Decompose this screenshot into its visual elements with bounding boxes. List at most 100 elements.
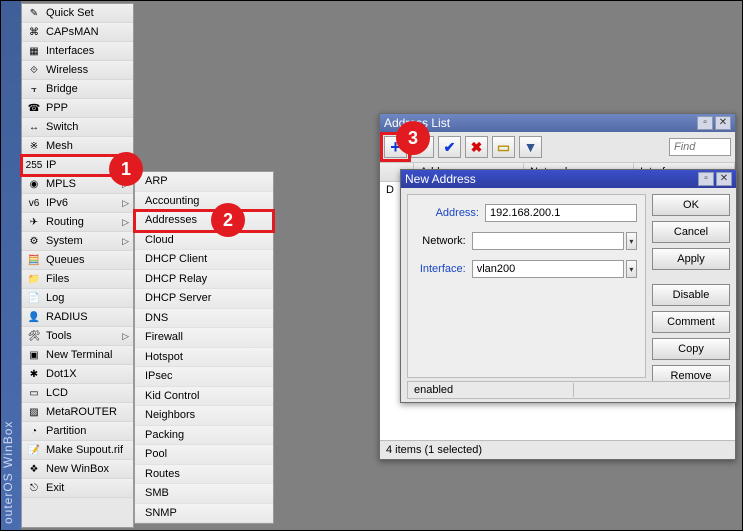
address-list-status: 4 items (1 selected) xyxy=(380,440,735,459)
interfaces-icon: ▦ xyxy=(26,44,42,58)
sidebar-item-metarouter[interactable]: ▨MetaROUTER xyxy=(22,403,133,422)
sidebar-item-routing[interactable]: ✈Routing▷ xyxy=(22,213,133,232)
sidebar-item-partition[interactable]: ◔Partition xyxy=(22,422,133,441)
ip-submenu-item-dhcp-server[interactable]: DHCP Server xyxy=(135,289,273,309)
make-supout-rif-icon: 📝 xyxy=(26,443,42,457)
sidebar-item-label: System xyxy=(46,235,122,247)
ip-submenu-item-arp[interactable]: ARP xyxy=(135,172,273,192)
capsman-icon: ⌘ xyxy=(26,25,42,39)
sidebar-item-dot1x[interactable]: ✱Dot1X xyxy=(22,365,133,384)
comment-button[interactable]: Comment xyxy=(652,311,730,333)
new-terminal-icon: ▣ xyxy=(26,348,42,362)
disable-button[interactable]: ✖ xyxy=(465,136,488,158)
log-icon: 📄 xyxy=(26,291,42,305)
sidebar-item-log[interactable]: 📄Log xyxy=(22,289,133,308)
chevron-right-icon: ▷ xyxy=(122,236,129,247)
submenu-item-label: DHCP Client xyxy=(145,253,207,265)
address-list-title: Address List xyxy=(384,116,695,130)
submenu-item-label: Addresses xyxy=(145,214,197,226)
new-address-form: Address: Network: ▾ Interface: ▾ xyxy=(407,194,646,378)
sidebar-item-label: New WinBox xyxy=(46,463,129,475)
interface-label: Interface: xyxy=(416,263,466,275)
sidebar-item-exit[interactable]: ⎋ Exit xyxy=(22,479,133,498)
copy-button[interactable]: Copy xyxy=(652,338,730,360)
new-address-buttons: OK Cancel Apply Disable Comment Copy Rem… xyxy=(652,194,730,387)
submenu-item-label: Packing xyxy=(145,429,184,441)
minimize-button[interactable]: ▫ xyxy=(698,172,714,186)
ipv6-icon: v6 xyxy=(26,196,42,210)
comment-button[interactable]: ▭ xyxy=(492,136,515,158)
sidebar-item-ipv6[interactable]: v6IPv6▷ xyxy=(22,194,133,213)
submenu-item-label: SNMP xyxy=(145,507,177,519)
chevron-right-icon: ▷ xyxy=(122,331,129,342)
submenu-item-label: Accounting xyxy=(145,195,199,207)
ip-submenu-item-firewall[interactable]: Firewall xyxy=(135,328,273,348)
sidebar-item-tools[interactable]: 🛠 Tools▷ xyxy=(22,327,133,346)
sidebar-item-label: Quick Set xyxy=(46,7,129,19)
sidebar-item-mesh[interactable]: ※Mesh xyxy=(22,137,133,156)
sidebar-item-label: Files xyxy=(46,273,129,285)
ip-submenu-item-dhcp-client[interactable]: DHCP Client xyxy=(135,250,273,270)
ip-submenu-item-addresses[interactable]: Addresses xyxy=(135,211,273,231)
submenu-item-label: DNS xyxy=(145,312,168,324)
ip-submenu-item-pool[interactable]: Pool xyxy=(135,445,273,465)
sidebar-item-capsman[interactable]: ⌘CAPsMAN xyxy=(22,23,133,42)
ok-button[interactable]: OK xyxy=(652,194,730,216)
sidebar-item-new-winbox[interactable]: ❖ New WinBox xyxy=(22,460,133,479)
mpls-icon: ◉ xyxy=(26,177,42,191)
cancel-button[interactable]: Cancel xyxy=(652,221,730,243)
interface-input[interactable] xyxy=(472,260,624,278)
apply-button[interactable]: Apply xyxy=(652,248,730,270)
ip-submenu-item-neighbors[interactable]: Neighbors xyxy=(135,406,273,426)
sidebar-item-lcd[interactable]: ▭LCD xyxy=(22,384,133,403)
ip-submenu-item-kid-control[interactable]: Kid Control xyxy=(135,387,273,407)
ip-submenu-item-dhcp-relay[interactable]: DHCP Relay xyxy=(135,270,273,290)
sidebar-item-files[interactable]: 📁 Files xyxy=(22,270,133,289)
sidebar-item-label: Exit xyxy=(46,482,129,494)
sidebar-item-system[interactable]: ⚙ System▷ xyxy=(22,232,133,251)
ip-submenu-item-smb[interactable]: SMB xyxy=(135,484,273,504)
disable-button[interactable]: Disable xyxy=(652,284,730,306)
close-button[interactable]: ✕ xyxy=(716,172,732,186)
network-dropdown-icon[interactable]: ▾ xyxy=(626,232,637,250)
minimize-button[interactable]: ▫ xyxy=(697,116,713,130)
sidebar-item-label: Tools xyxy=(46,330,122,342)
submenu-item-label: ARP xyxy=(145,175,168,187)
sidebar-item-make-supout-rif[interactable]: 📝Make Supout.rif xyxy=(22,441,133,460)
new-address-titlebar[interactable]: New Address ▫ ✕ xyxy=(401,170,736,188)
files-icon: 📁 xyxy=(26,272,42,286)
sidebar-item-ppp[interactable]: ☎PPP xyxy=(22,99,133,118)
sidebar-item-wireless[interactable]: ⟐Wireless xyxy=(22,61,133,80)
sidebar-item-bridge[interactable]: ⫟Bridge xyxy=(22,80,133,99)
ip-submenu-item-ipsec[interactable]: IPsec xyxy=(135,367,273,387)
sidebar-item-switch[interactable]: ↔Switch xyxy=(22,118,133,137)
sidebar-item-queues[interactable]: 🧮Queues xyxy=(22,251,133,270)
ip-submenu-item-dns[interactable]: DNS xyxy=(135,309,273,329)
exit-icon: ⎋ xyxy=(26,481,42,495)
new-address-dialog: New Address ▫ ✕ Address: Network: ▾ Inte… xyxy=(400,169,737,403)
address-input[interactable] xyxy=(485,204,637,222)
find-input[interactable] xyxy=(669,138,731,156)
sidebar-item-interfaces[interactable]: ▦Interfaces xyxy=(22,42,133,61)
close-button[interactable]: ✕ xyxy=(715,116,731,130)
sidebar-item-label: PPP xyxy=(46,102,129,114)
tools-icon: 🛠 xyxy=(26,329,42,343)
address-list-titlebar[interactable]: Address List ▫ ✕ xyxy=(380,114,735,132)
system-icon: ⚙ xyxy=(26,234,42,248)
ip-submenu-item-snmp[interactable]: SNMP xyxy=(135,504,273,524)
enable-button[interactable]: ✔ xyxy=(438,136,461,158)
ip-submenu-item-packing[interactable]: Packing xyxy=(135,426,273,446)
submenu-item-label: Neighbors xyxy=(145,409,195,421)
interface-dropdown-icon[interactable]: ▾ xyxy=(626,260,637,278)
sidebar-item-quick-set[interactable]: ✎Quick Set xyxy=(22,4,133,23)
ip-submenu-item-cloud[interactable]: Cloud xyxy=(135,231,273,251)
sidebar-item-new-terminal[interactable]: ▣New Terminal xyxy=(22,346,133,365)
network-input[interactable] xyxy=(472,232,624,250)
ip-submenu-item-hotspot[interactable]: Hotspot xyxy=(135,348,273,368)
ip-submenu-item-accounting[interactable]: Accounting xyxy=(135,192,273,212)
filter-button[interactable]: ▼ xyxy=(519,136,542,158)
sidebar-item-label: Mesh xyxy=(46,140,129,152)
new-winbox-icon: ❖ xyxy=(26,462,42,476)
sidebar-item-radius[interactable]: 👤RADIUS xyxy=(22,308,133,327)
ip-submenu-item-routes[interactable]: Routes xyxy=(135,465,273,485)
